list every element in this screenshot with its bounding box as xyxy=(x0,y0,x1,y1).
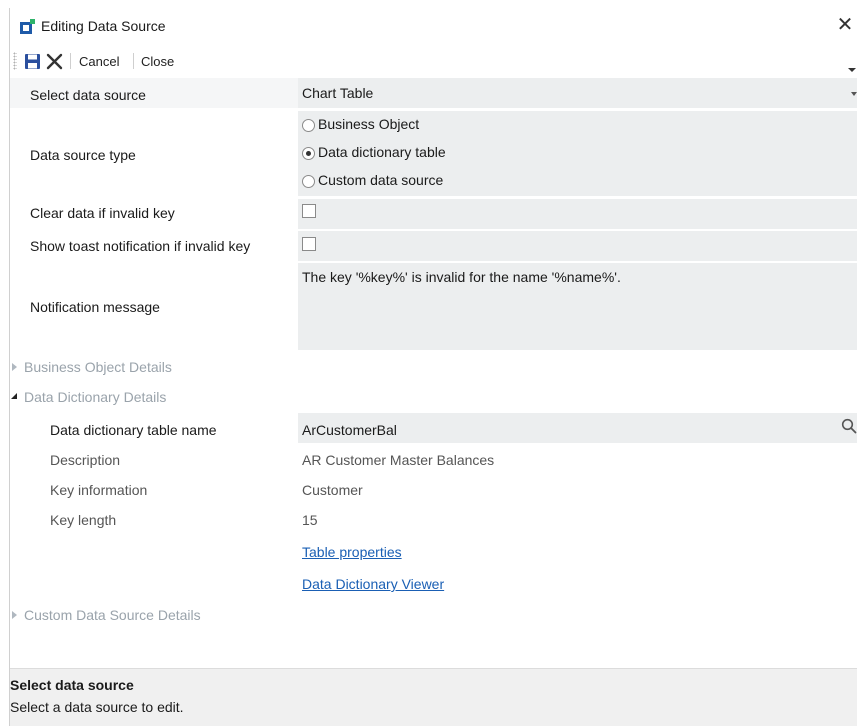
search-icon[interactable] xyxy=(841,418,857,434)
radio-custom-data-source-label[interactable]: Custom data source xyxy=(318,172,443,188)
show-toast-field xyxy=(298,231,857,261)
chevron-down-icon[interactable] xyxy=(851,92,857,96)
help-description: Select a data source to edit. xyxy=(10,699,184,715)
section-custom-data-source-details[interactable]: Custom Data Source Details xyxy=(24,607,201,623)
data-source-type-label: Data source type xyxy=(30,147,136,163)
clear-data-label: Clear data if invalid key xyxy=(30,205,175,221)
editing-data-source-window: Editing Data Source ✕ Cancel Close Selec… xyxy=(9,8,857,726)
table-properties-link[interactable]: Table properties xyxy=(302,544,402,560)
toolbar-separator xyxy=(70,53,71,69)
section-business-object-details[interactable]: Business Object Details xyxy=(24,359,172,375)
delete-icon[interactable] xyxy=(46,53,63,70)
radio-data-dictionary-table-label[interactable]: Data dictionary table xyxy=(318,144,446,160)
table-name-value[interactable]: ArCustomerBal xyxy=(302,422,397,438)
toolbar-overflow-icon[interactable] xyxy=(848,68,856,72)
clear-data-checkbox[interactable] xyxy=(302,204,316,218)
radio-data-dictionary-table[interactable] xyxy=(302,147,315,160)
radio-custom-data-source[interactable] xyxy=(302,175,315,188)
select-data-source-dropdown[interactable] xyxy=(298,78,857,108)
title-bar: Editing Data Source ✕ xyxy=(10,8,857,46)
notification-message-value[interactable]: The key '%key%' is invalid for the name … xyxy=(302,269,621,285)
help-panel: Select data source Select a data source … xyxy=(10,668,857,726)
close-button[interactable]: Close xyxy=(141,54,174,69)
notification-message-label: Notification message xyxy=(30,299,160,315)
key-length-label: Key length xyxy=(50,512,117,528)
section-data-dictionary-details[interactable]: Data Dictionary Details xyxy=(24,389,166,405)
key-length-value: 15 xyxy=(302,512,318,528)
description-label: Description xyxy=(50,452,121,468)
help-title: Select data source xyxy=(10,677,134,693)
window-title: Editing Data Source xyxy=(41,18,166,34)
app-icon xyxy=(20,19,35,34)
show-toast-checkbox[interactable] xyxy=(302,237,316,251)
radio-business-object-label[interactable]: Business Object xyxy=(318,116,419,132)
clear-data-field xyxy=(298,199,857,229)
description-value: AR Customer Master Balances xyxy=(302,452,495,468)
toolbar: Cancel Close xyxy=(10,46,857,76)
select-data-source-value: Chart Table xyxy=(302,85,374,101)
key-information-value: Customer xyxy=(302,482,363,498)
select-data-source-label: Select data source xyxy=(30,87,146,103)
show-toast-label: Show toast notification if invalid key xyxy=(30,238,251,254)
close-icon: ✕ xyxy=(836,14,854,36)
toolbar-grip-icon[interactable] xyxy=(13,52,17,70)
data-dictionary-viewer-link[interactable]: Data Dictionary Viewer xyxy=(302,576,444,592)
expand-arrow-icon[interactable] xyxy=(12,611,17,619)
radio-business-object[interactable] xyxy=(302,119,315,132)
key-information-label: Key information xyxy=(50,482,148,498)
expand-arrow-icon[interactable] xyxy=(12,363,17,371)
save-icon[interactable] xyxy=(24,53,41,70)
table-name-label: Data dictionary table name xyxy=(50,422,217,438)
toolbar-separator xyxy=(133,53,134,69)
collapse-arrow-icon[interactable] xyxy=(11,393,17,399)
cancel-button[interactable]: Cancel xyxy=(79,54,119,69)
close-window-button[interactable]: ✕ xyxy=(834,14,856,36)
